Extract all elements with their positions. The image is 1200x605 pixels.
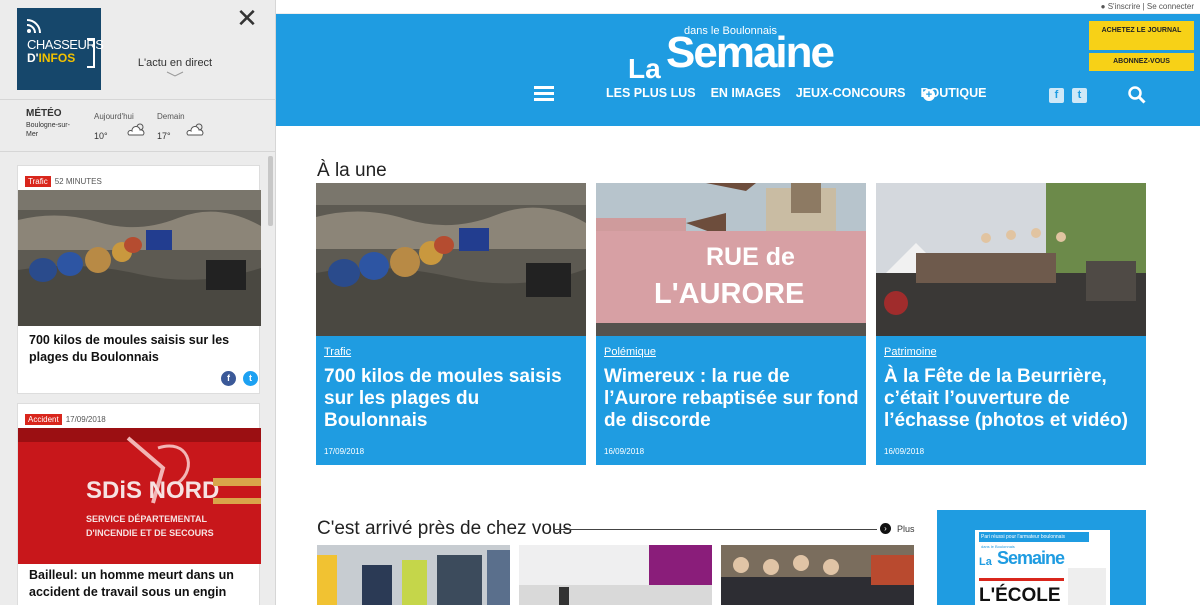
wifi-icon bbox=[26, 19, 41, 34]
cover-la: La bbox=[979, 556, 992, 568]
graffiti-text-2: L'AURORE bbox=[654, 278, 804, 310]
weather-tomorrow-label: Demain bbox=[157, 112, 185, 121]
nav-images[interactable]: EN IMAGES bbox=[711, 86, 781, 100]
sidebar-scrollbar[interactable] bbox=[268, 156, 273, 226]
more-label: Plus bbox=[897, 523, 915, 534]
weather-today-temp: 10° bbox=[94, 131, 108, 141]
feed-time: 52 MINUTES bbox=[54, 177, 102, 186]
section-divider bbox=[555, 529, 877, 530]
weather-title: MÉTÉO bbox=[26, 108, 62, 119]
headline-category[interactable]: Polémique bbox=[604, 346, 656, 358]
feed-time: 17/09/2018 bbox=[65, 415, 106, 424]
near-news-thumb[interactable] bbox=[317, 545, 510, 605]
graffiti-wall-photo: RUE de L'AURORE bbox=[596, 183, 866, 336]
account-bar: ● S'inscrire | Se connecter bbox=[276, 0, 1200, 14]
twitter-share-icon[interactable]: t bbox=[243, 371, 258, 386]
partly-cloudy-icon bbox=[127, 123, 145, 136]
nav-most-read[interactable]: LES PLUS LUS bbox=[606, 86, 696, 100]
feed-title[interactable]: 700 kilos de moules saisis sur les plage… bbox=[29, 332, 254, 366]
chasseurs-infos-logo[interactable]: CHASSEURS D'INFOS bbox=[17, 8, 104, 90]
headline-date: 17/09/2018 bbox=[324, 447, 365, 456]
search-icon[interactable] bbox=[1128, 86, 1146, 104]
near-you-title: C'est arrivé près de chez vous bbox=[317, 518, 572, 539]
headline-title[interactable]: À la Fête de la Beurrière, c’était l’ouv… bbox=[884, 366, 1142, 432]
weather-tomorrow-temp: 17° bbox=[157, 131, 171, 141]
near-news-thumb[interactable] bbox=[721, 545, 914, 605]
menu-icon[interactable] bbox=[534, 86, 554, 102]
close-sidebar-button[interactable]: ✕ bbox=[236, 5, 258, 31]
arrow-right-icon: › bbox=[880, 523, 891, 534]
cover-rule bbox=[979, 578, 1064, 581]
logo-la: La bbox=[628, 53, 661, 84]
live-news-toggle[interactable]: L'actu en direct bbox=[120, 57, 230, 77]
feed-tag: Trafic bbox=[25, 176, 51, 187]
headline-title[interactable]: 700 kilos de moules saisis sur les plage… bbox=[324, 366, 582, 432]
sdis-sub-2: D'INCENDIE ET DE SECOURS bbox=[86, 528, 214, 538]
page: CHASSEURS D'INFOS ✕ L'actu en direct MÉT… bbox=[0, 0, 1200, 605]
feed-card[interactable]: Accident 17/09/2018 SDiS NORD SERVICE DÉP… bbox=[17, 403, 261, 605]
more-link[interactable]: › Plus bbox=[880, 523, 915, 534]
headline-category[interactable]: Patrimoine bbox=[884, 346, 937, 358]
headline-card[interactable]: Patrimoine À la Fête de la Beurrière, c’… bbox=[876, 183, 1146, 465]
headline-card[interactable]: RUE de L'AURORE Polémique Wimereux : la … bbox=[596, 183, 866, 465]
fire-truck-photo: SDiS NORD SERVICE DÉPARTEMENTAL D'INCEND… bbox=[18, 428, 261, 564]
chevron-down-icon bbox=[166, 71, 184, 77]
twitter-icon[interactable]: t bbox=[1072, 88, 1087, 103]
graffiti-text-1: RUE de bbox=[706, 243, 795, 271]
headline-card[interactable]: Trafic 700 kilos de moules saisis sur le… bbox=[316, 183, 586, 465]
live-news-sidebar: CHASSEURS D'INFOS ✕ L'actu en direct MÉT… bbox=[0, 0, 276, 605]
newspaper-cover-promo[interactable]: Pari réussi pour l'armateur boulonnais d… bbox=[937, 510, 1146, 605]
live-label: L'actu en direct bbox=[137, 57, 213, 69]
feed-title[interactable]: Bailleul: un homme meurt dans un acciden… bbox=[29, 567, 254, 601]
feed-meta: Accident 17/09/2018 bbox=[25, 414, 106, 425]
festival-photo bbox=[876, 183, 1146, 336]
newspaper-cover: Pari réussi pour l'armateur boulonnais d… bbox=[975, 530, 1110, 605]
user-icon: ● bbox=[1100, 2, 1108, 11]
subscribe-button[interactable]: ABONNEZ-VOUS bbox=[1089, 53, 1194, 71]
cover-semaine: Semaine bbox=[997, 548, 1065, 568]
feed-tag: Accident bbox=[25, 414, 62, 425]
logo-semaine: Semaine bbox=[666, 28, 835, 77]
sdis-logo-text: SDiS NORD bbox=[86, 477, 219, 504]
cover-title: L'ÉCOLE bbox=[979, 585, 1061, 605]
account-links[interactable]: ● S'inscrire | Se connecter bbox=[1101, 2, 1194, 11]
weather-widget: MÉTÉO Boulogne-sur-Mer Aujourd'hui 10° D… bbox=[0, 99, 275, 152]
partly-cloudy-icon bbox=[186, 123, 204, 136]
mussels-photo bbox=[316, 183, 586, 336]
plus-icon[interactable]: + bbox=[923, 89, 935, 101]
headline-date: 16/09/2018 bbox=[884, 447, 925, 456]
mussels-photo bbox=[18, 190, 261, 326]
logo-bracket bbox=[87, 38, 95, 68]
sdis-sub-1: SERVICE DÉPARTEMENTAL bbox=[86, 514, 208, 524]
headline-category[interactable]: Trafic bbox=[324, 346, 351, 358]
weather-today-label: Aujourd'hui bbox=[94, 112, 134, 121]
headline-title[interactable]: Wimereux : la rue de l’Aurore rebaptisée… bbox=[604, 366, 862, 432]
facebook-share-icon[interactable]: f bbox=[221, 371, 236, 386]
nav-contests[interactable]: JEUX-CONCOURS bbox=[796, 86, 906, 100]
weather-city: Boulogne-sur-Mer bbox=[26, 122, 70, 138]
cover-sidebar bbox=[1068, 568, 1106, 605]
feed-meta: Trafic 52 MINUTES bbox=[25, 176, 102, 187]
cover-headline-top: Pari réussi pour l'armateur boulonnais bbox=[979, 532, 1089, 542]
headlines-title: À la une bbox=[317, 160, 387, 181]
headline-date: 16/09/2018 bbox=[604, 447, 645, 456]
near-news-thumb[interactable] bbox=[519, 545, 712, 605]
close-icon: ✕ bbox=[236, 3, 258, 33]
buy-newspaper-button[interactable]: ACHETEZ LE JOURNAL bbox=[1089, 21, 1194, 50]
feed-card[interactable]: Trafic 52 MINUTES 700 kilos de moules sai… bbox=[17, 165, 261, 394]
main-nav: LES PLUS LUS EN IMAGES JEUX-CONCOURS BOU… bbox=[606, 86, 1001, 100]
facebook-icon[interactable]: f bbox=[1049, 88, 1064, 103]
